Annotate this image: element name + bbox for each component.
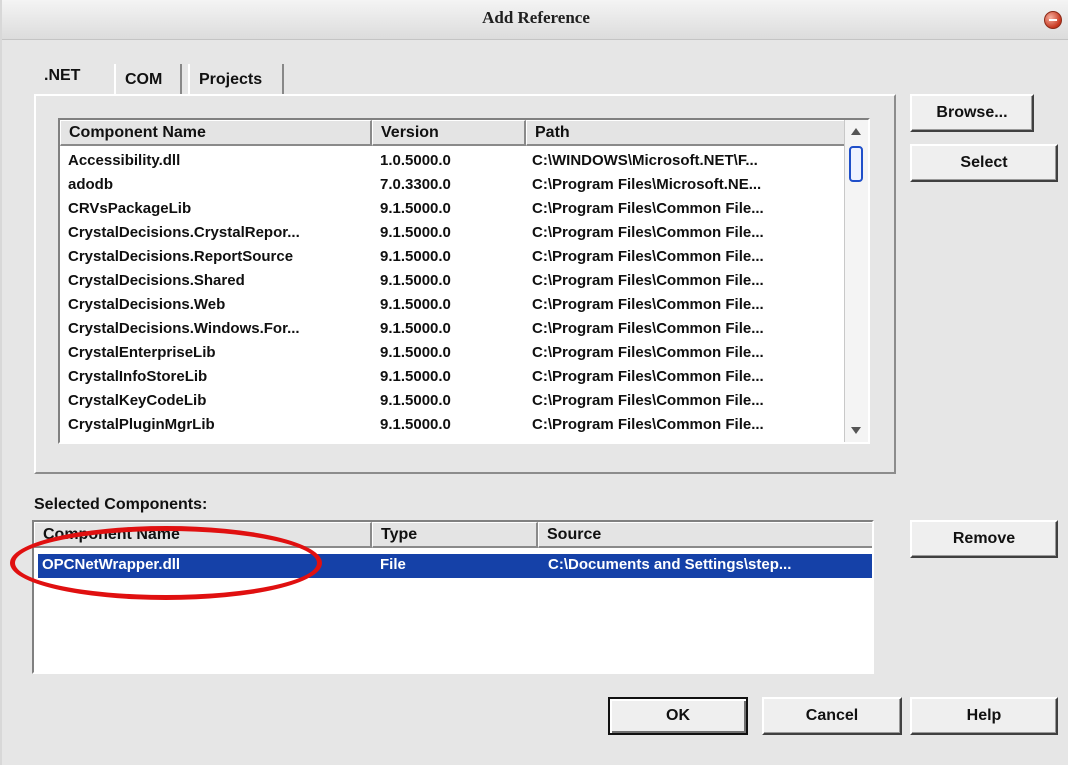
tab-projects[interactable]: Projects <box>188 64 284 94</box>
cell-version: 7.0.3300.0 <box>380 176 451 193</box>
help-button[interactable]: Help <box>910 697 1058 735</box>
cell-component-name: CrystalDecisions.Web <box>68 296 226 313</box>
cell-version: 9.1.5000.0 <box>380 416 451 433</box>
cell-path: C:\Program Files\Common File... <box>532 320 764 337</box>
table-row[interactable]: CrystalDecisions.Web 9.1.5000.0 C:\Program… <box>60 294 844 318</box>
table-row[interactable]: CrystalDecisions.ReportSource 9.1.5000.0 C… <box>60 246 844 270</box>
column-header-component-name[interactable]: Component Name <box>60 120 372 146</box>
cell-component-name: CrystalDecisions.CrystalRepor... <box>68 224 300 241</box>
cell-path: C:\Program Files\Common File... <box>532 248 764 265</box>
cell-component-name: CrystalInfoStoreLib <box>68 368 208 385</box>
cell-component-name: CrystalKeyCodeLib <box>68 392 207 409</box>
cell-version: 1.0.5000.0 <box>380 152 451 169</box>
cell-component-name: CRVsPackageLib <box>68 200 192 217</box>
table-row[interactable]: CrystalPluginMgrLib 9.1.5000.0 C:\Program … <box>60 414 844 438</box>
scroll-up-arrow-icon[interactable] <box>851 128 861 135</box>
table-row[interactable]: CrystalInfoStoreLib 9.1.5000.0 C:\Program … <box>60 366 844 390</box>
column-header-source[interactable]: Source <box>538 522 872 548</box>
ok-button[interactable]: OK <box>608 697 748 735</box>
column-header-type[interactable]: Type <box>372 522 538 548</box>
table-row[interactable]: CrystalDecisions.CrystalRepor... 9.1.5000… <box>60 222 844 246</box>
browse-button[interactable]: Browse... <box>910 94 1034 132</box>
cell-version: 9.1.5000.0 <box>380 296 451 313</box>
cell-version: 9.1.5000.0 <box>380 320 451 337</box>
selected-components-label: Selected Components: <box>34 496 208 513</box>
cell-version: 9.1.5000.0 <box>380 368 451 385</box>
table-row[interactable]: CrystalDecisions.Windows.For... 9.1.5000.… <box>60 318 844 342</box>
table-row[interactable]: adodb 7.0.3300.0 C:\Program Files\Microsof… <box>60 174 844 198</box>
table-row[interactable]: CrystalDecisions.Shared 9.1.5000.0 C:\Prog… <box>60 270 844 294</box>
cell-path: C:\Program Files\Microsoft.NE... <box>532 176 762 193</box>
selected-components-list[interactable]: Component Name Type Source OPCNetWrapper… <box>32 520 874 674</box>
remove-button[interactable]: Remove <box>910 520 1058 558</box>
add-reference-dialog: Add Reference .NET COM Projects Componen… <box>0 0 1068 765</box>
select-button[interactable]: Select <box>910 144 1058 182</box>
column-header-path[interactable]: Path <box>526 120 846 146</box>
cell-path: C:\Program Files\Common File... <box>532 200 764 217</box>
cell-component-name: CrystalDecisions.ReportSource <box>68 248 294 265</box>
cell-path: C:\Program Files\Common File... <box>532 296 764 313</box>
close-icon[interactable] <box>1044 11 1062 29</box>
cell-path: C:\Program Files\Common File... <box>532 392 764 409</box>
scroll-thumb[interactable] <box>849 146 863 182</box>
column-header-component-name[interactable]: Component Name <box>34 522 372 548</box>
cell-component-name: Accessibility.dll <box>68 152 181 169</box>
cell-path: C:\Program Files\Common File... <box>532 272 764 289</box>
title-bar: Add Reference <box>2 0 1068 40</box>
cell-component-name: CrystalPluginMgrLib <box>68 416 215 433</box>
components-list-scrollbar[interactable] <box>844 120 868 442</box>
cell-component-name: adodb <box>68 176 113 193</box>
table-row[interactable]: OPCNetWrapper.dll File C:\Documents and Se… <box>38 554 872 578</box>
cell-version: 9.1.5000.0 <box>380 344 451 361</box>
cancel-button[interactable]: Cancel <box>762 697 902 735</box>
cell-source: C:\Documents and Settings\step... <box>548 556 792 573</box>
components-list[interactable]: Component Name Version Path Accessibilit… <box>58 118 870 444</box>
cell-path: C:\Program Files\Common File... <box>532 416 764 433</box>
cell-path: C:\WINDOWS\Microsoft.NET\F... <box>532 152 758 169</box>
tab-net[interactable]: .NET <box>40 60 112 92</box>
table-row[interactable]: CRVsPackageLib 9.1.5000.0 C:\Program Files… <box>60 198 844 222</box>
table-row[interactable]: Accessibility.dll 1.0.5000.0 C:\WINDOWS\Mi… <box>60 150 844 174</box>
cell-version: 9.1.5000.0 <box>380 392 451 409</box>
cell-path: C:\Program Files\Common File... <box>532 344 764 361</box>
scroll-down-arrow-icon[interactable] <box>851 427 861 434</box>
cell-component-name: OPCNetWrapper.dll <box>42 556 181 573</box>
column-header-version[interactable]: Version <box>372 120 526 146</box>
cell-component-name: CrystalDecisions.Shared <box>68 272 245 289</box>
cell-component-name: CrystalEnterpriseLib <box>68 344 216 361</box>
cell-version: 9.1.5000.0 <box>380 224 451 241</box>
cell-type: File <box>380 556 406 573</box>
cell-path: C:\Program Files\Common File... <box>532 368 764 385</box>
cell-version: 9.1.5000.0 <box>380 272 451 289</box>
cell-component-name: CrystalDecisions.Windows.For... <box>68 320 300 337</box>
tab-com[interactable]: COM <box>114 64 182 94</box>
window-title: Add Reference <box>482 8 590 27</box>
table-row[interactable]: CrystalKeyCodeLib 9.1.5000.0 C:\Program Fi… <box>60 390 844 414</box>
cell-version: 9.1.5000.0 <box>380 200 451 217</box>
cell-path: C:\Program Files\Common File... <box>532 224 764 241</box>
cell-version: 9.1.5000.0 <box>380 248 451 265</box>
table-row[interactable]: CrystalEnterpriseLib 9.1.5000.0 C:\Program… <box>60 342 844 366</box>
